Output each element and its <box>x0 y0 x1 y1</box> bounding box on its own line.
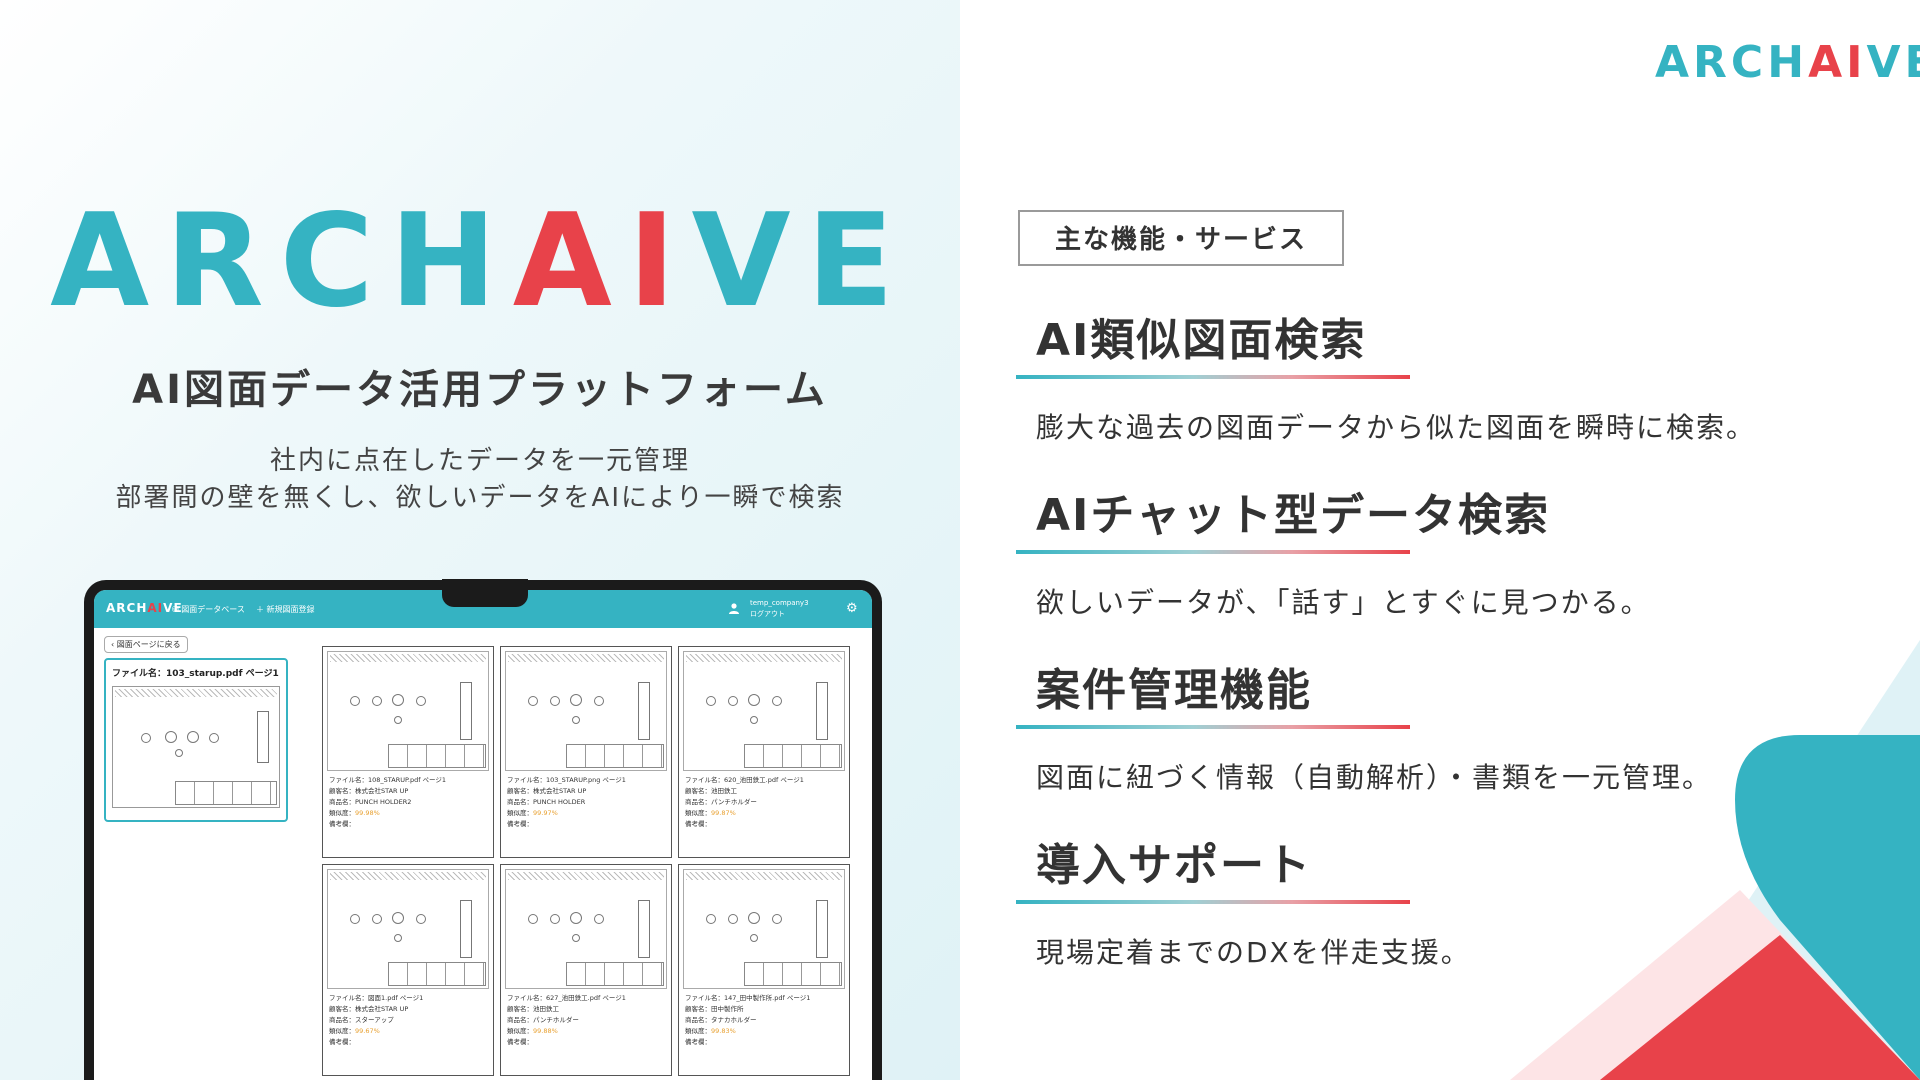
hero-desc-line2: 部署間の壁を無くし、欲しいデータをAIにより一瞬で検索 <box>115 483 845 513</box>
user-icon <box>729 603 739 614</box>
services-heading: 主な機能・サービス <box>1018 210 1344 266</box>
result-card[interactable]: ファイル名：図面1.pdf ページ1 顧客名：株式会社STAR UP 商品名：スター… <box>322 864 494 1076</box>
hero-panel: ARCHAIVE AI図面データ活用プラットフォーム 社内に点在したデータを一元… <box>0 0 960 1080</box>
result-card[interactable]: ファイル名：620_池田鉄工.pdf ページ1 顧客名：池田鉄工 商品名：パンチホル… <box>678 646 850 858</box>
camera-notch <box>442 579 528 607</box>
feature-underline <box>1016 900 1410 904</box>
feature-underline <box>1016 375 1410 379</box>
back-button[interactable]: ‹ 図面ページに戻る <box>104 636 188 653</box>
gear-icon[interactable]: ⚙ <box>846 601 858 616</box>
feature-title: AI類似図面検索 <box>1036 315 1367 366</box>
hero-tagline: AI図面データ活用プラットフォーム <box>132 367 828 413</box>
app-screenshot: ARCHAIVE ⛁ 図面データベース ＋ 新規図面登録 temp_compan… <box>94 590 872 1080</box>
drawing-thumbnail <box>683 651 845 771</box>
result-card[interactable]: ファイル名：147_田中製作所.pdf ページ1 顧客名：田中製作所 商品名：タナカ… <box>678 864 850 1076</box>
corner-logo: ARCHAIVE <box>1655 37 1920 88</box>
hero-description: 社内に点在したデータを一元管理 部署間の壁を無くし、欲しいデータをAIにより一瞬… <box>0 443 960 517</box>
nav-new-drawing[interactable]: ＋ 新規図面登録 <box>256 604 315 615</box>
feature-description: 膨大な過去の図面データから似た図面を瞬時に検索。 <box>1036 411 1757 444</box>
result-card[interactable]: ファイル名：627_池田鉄工.pdf ページ1 顧客名：池田鉄工 商品名：パンチホル… <box>500 864 672 1076</box>
decorative-shapes <box>1510 640 1920 1080</box>
brand-logo: ARCHAIVE <box>50 187 910 336</box>
user-name: temp_company3 <box>750 599 809 607</box>
drawing-thumbnail <box>683 869 845 989</box>
feature-title: 案件管理機能 <box>1036 665 1312 716</box>
selected-file-name: ファイル名：103_starup.pdf ページ1 <box>112 669 279 679</box>
nav-drawing-database[interactable]: ⛁ 図面データベース <box>172 604 245 615</box>
hero-desc-line1: 社内に点在したデータを一元管理 <box>269 446 690 476</box>
feature-description: 欲しいデータが、「話す」とすぐに見つかる。 <box>1036 586 1651 619</box>
drawing-thumbnail <box>112 686 280 808</box>
feature-title: AIチャット型データ検索 <box>1036 490 1550 541</box>
feature-description: 現場定着までのDXを伴走支援。 <box>1036 936 1471 969</box>
drawing-thumbnail <box>505 651 667 771</box>
drawing-thumbnail <box>505 869 667 989</box>
laptop-mockup: ARCHAIVE ⛁ 図面データベース ＋ 新規図面登録 temp_compan… <box>84 579 882 1080</box>
drawing-thumbnail <box>327 651 489 771</box>
feature-description: 図面に紐づく情報（自動解析）・書類を一元管理。 <box>1036 761 1713 794</box>
logout-link[interactable]: ログアウト <box>750 609 785 619</box>
feature-underline <box>1016 550 1410 554</box>
selected-drawing-card[interactable]: ファイル名：103_starup.pdf ページ1 <box>104 658 288 822</box>
feature-title: 導入サポート <box>1036 840 1312 891</box>
result-card[interactable]: ファイル名：103_STARUP.png ページ1 顧客名：株式会社STAR UP… <box>500 646 672 858</box>
database-icon: ⛁ <box>172 605 179 614</box>
result-card[interactable]: ファイル名：108_STARUP.pdf ページ1 顧客名：株式会社STAR UP… <box>322 646 494 858</box>
feature-underline <box>1016 725 1410 729</box>
drawing-thumbnail <box>327 869 489 989</box>
chevron-left-icon: ‹ <box>111 640 115 649</box>
